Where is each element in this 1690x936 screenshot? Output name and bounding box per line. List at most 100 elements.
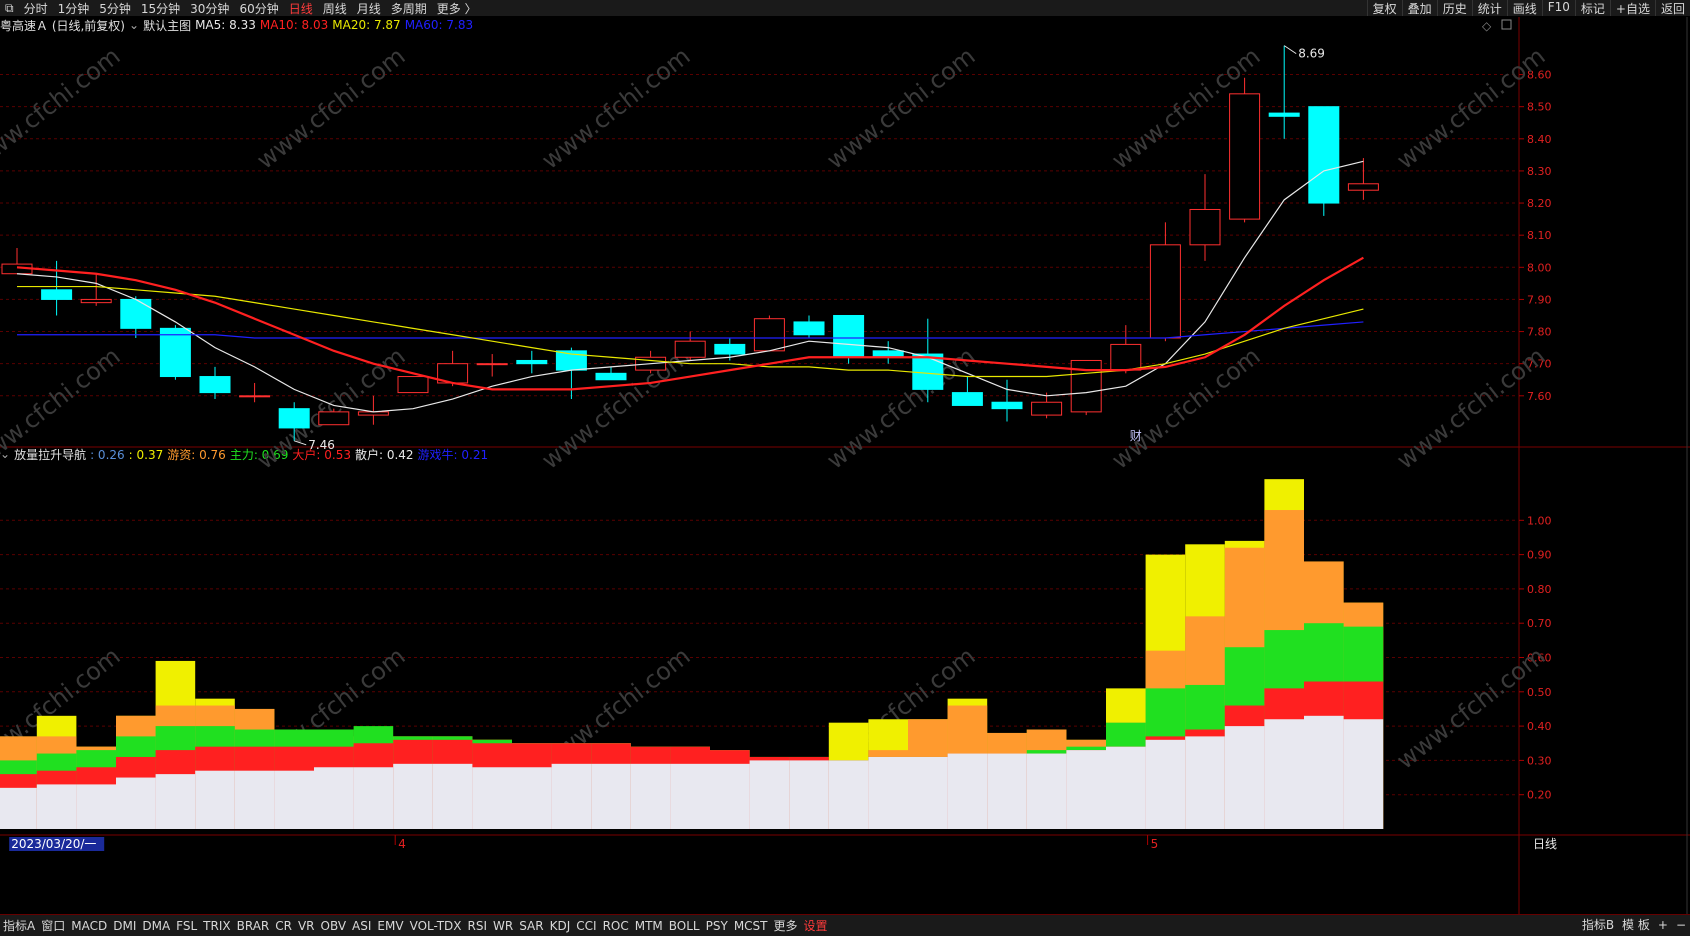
indicator-tab-11[interactable]: ASI: [349, 919, 374, 933]
indicator-bar: [234, 770, 275, 829]
indicator-tab-23[interactable]: MCST: [731, 919, 771, 933]
candle-body: [1110, 343, 1142, 371]
period-label: 日线: [1533, 837, 1557, 851]
watermark: www.cfchi.com: [821, 342, 980, 475]
candle-body: [912, 353, 944, 390]
indicator-bar: [630, 763, 671, 829]
candle-body: [1308, 106, 1340, 204]
candle-body: [793, 321, 825, 336]
indicator-tab-12[interactable]: EMV: [374, 919, 406, 933]
indicator-tick-label: 0.90: [1527, 549, 1552, 562]
watermark: www.cfchi.com: [1391, 342, 1550, 475]
indicator-tab-1[interactable]: 窗口: [38, 917, 68, 934]
indicator-bar: [591, 763, 631, 829]
bottom-control-2[interactable]: +: [1654, 918, 1672, 932]
indicator-bar: [1224, 726, 1265, 829]
candle-body: [199, 376, 231, 394]
indicator-tab-7[interactable]: BRAR: [234, 919, 273, 933]
candle-body: [239, 395, 271, 398]
indicator-bar: [1264, 719, 1304, 829]
indicator-tab-4[interactable]: DMA: [139, 919, 173, 933]
indicator-tick-label: 0.80: [1527, 583, 1552, 596]
kline-chart[interactable]: 8.608.508.408.308.208.108.007.907.807.70…: [0, 0, 1690, 914]
indicator-bar: [908, 756, 948, 829]
candle-body: [1347, 183, 1379, 191]
indicator-bar: [0, 787, 37, 829]
indicator-tab-24[interactable]: 更多: [771, 917, 801, 934]
watermark: www.cfchi.com: [0, 42, 125, 175]
watermark: www.cfchi.com: [251, 42, 410, 175]
indicator-tab-15[interactable]: WR: [490, 919, 516, 933]
indicator-tab-20[interactable]: MTM: [632, 919, 666, 933]
indicator-tab-10[interactable]: OBV: [318, 919, 350, 933]
candle-body: [1189, 208, 1221, 246]
indicator-bar: [432, 763, 473, 829]
price-tick-label: 8.10: [1527, 229, 1552, 242]
indicator-bar: [314, 767, 354, 829]
high-price-label: 8.69: [1298, 47, 1325, 61]
bottom-control-1[interactable]: 模 板: [1618, 916, 1654, 933]
candle-body: [1229, 93, 1261, 220]
indicator-tick-label: 0.20: [1527, 789, 1552, 802]
bottom-right-controls: 指标B 模 板 + −: [1578, 914, 1690, 935]
indicator-tab-16[interactable]: SAR: [516, 919, 546, 933]
candle-body: [1149, 244, 1181, 339]
indicator-tab-25[interactable]: 设置: [801, 917, 831, 934]
candle-body: [516, 359, 548, 365]
candle-body: [41, 289, 73, 300]
indicator-bar: [1106, 746, 1146, 829]
bottom-control-3[interactable]: −: [1672, 918, 1690, 932]
indicator-tab-14[interactable]: RSI: [465, 919, 491, 933]
price-tick-label: 8.40: [1527, 133, 1552, 146]
candle-body: [159, 327, 191, 378]
candle-body: [1268, 112, 1300, 117]
indicator-tab-2[interactable]: MACD: [68, 919, 110, 933]
diamond-icon: ◇: [1482, 19, 1492, 33]
indicator-bar: [36, 784, 77, 829]
indicator-bar: [353, 767, 394, 829]
indicator-tab-9[interactable]: VR: [295, 919, 318, 933]
indicator-bar: [393, 763, 433, 829]
watermark: www.cfchi.com: [0, 342, 125, 475]
indicator-tab-21[interactable]: BOLL: [666, 919, 703, 933]
indicator-bar: [749, 760, 790, 829]
indicator-bar: [116, 777, 156, 829]
indicator-tab-13[interactable]: VOL-TDX: [407, 919, 465, 933]
xaxis-date-label: 4: [398, 837, 406, 851]
candle-body: [120, 298, 152, 329]
indicator-bar: [472, 767, 512, 829]
indicator-bar: [1026, 753, 1067, 829]
indicator-bar: [670, 763, 710, 829]
price-tick-label: 8.00: [1527, 261, 1552, 274]
candle-body: [1031, 401, 1063, 416]
indicator-tab-18[interactable]: CCI: [573, 919, 599, 933]
indicator-bar: [828, 760, 869, 829]
price-tick-label: 8.50: [1527, 101, 1552, 114]
xaxis-date-label: 5: [1151, 837, 1159, 851]
indicator-bar: [1304, 715, 1344, 829]
indicator-tab-3[interactable]: DMI: [110, 919, 139, 933]
indicator-bar: [274, 770, 314, 829]
indicator-bar: [195, 770, 235, 829]
indicator-tab-19[interactable]: ROC: [600, 919, 632, 933]
indicator-tab-6[interactable]: TRIX: [200, 919, 233, 933]
indicator-tab-8[interactable]: CR: [272, 919, 295, 933]
candle-body: [595, 372, 627, 381]
indicator-bar: [1343, 719, 1384, 829]
bottom-control-0[interactable]: 指标B: [1578, 916, 1618, 933]
indicator-tab-17[interactable]: KDJ: [547, 919, 574, 933]
indicator-tab-5[interactable]: FSL: [173, 919, 200, 933]
candle-body: [397, 376, 429, 394]
indicator-bar: [868, 756, 908, 829]
candle-body: [951, 392, 983, 406]
candle-body: [674, 340, 706, 358]
indicator-bar: [76, 784, 116, 829]
indicator-tick-label: 0.30: [1527, 754, 1552, 767]
price-tick-label: 8.30: [1527, 165, 1552, 178]
candle-body: [80, 298, 112, 304]
indicator-bar: [789, 760, 829, 829]
indicator-tab-0[interactable]: 指标A: [0, 917, 38, 934]
candle-body: [833, 314, 865, 358]
indicator-bar: [947, 753, 988, 829]
indicator-tab-22[interactable]: PSY: [703, 919, 731, 933]
